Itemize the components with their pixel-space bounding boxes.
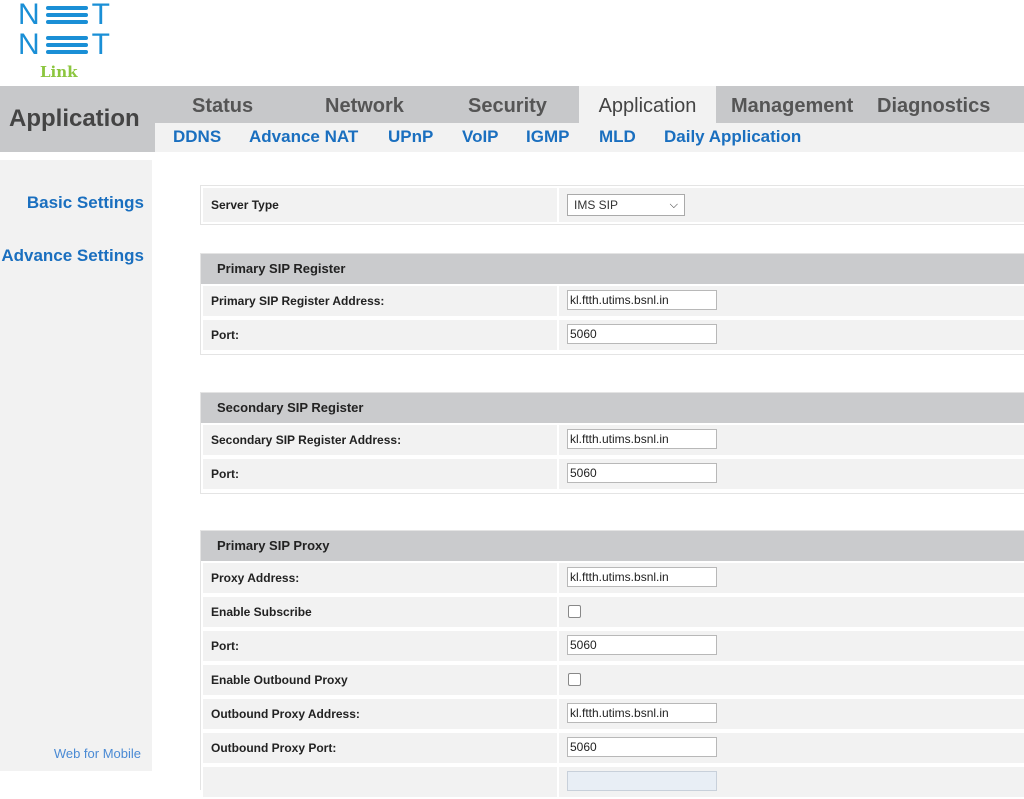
logo-sub: Link: [40, 63, 78, 81]
primary-sip-register-panel: Primary SIP Register Primary SIP Registe…: [200, 253, 1024, 355]
field-label: [203, 767, 557, 797]
next-field-input[interactable]: [567, 771, 717, 791]
primary-sip-proxy-panel: Primary SIP Proxy Proxy Address: Enable …: [200, 530, 1024, 797]
enable-subscribe-checkbox[interactable]: [568, 605, 581, 618]
subtab-voip[interactable]: VoIP: [462, 123, 499, 151]
tab-network[interactable]: Network: [325, 86, 404, 123]
proxy-port-input[interactable]: [567, 635, 717, 655]
tab-diagnostics[interactable]: Diagnostics: [877, 86, 990, 123]
main-tabs: Status Network Security Application Mana…: [155, 86, 1024, 123]
subtab-upnp[interactable]: UPnP: [388, 123, 433, 151]
primary-register-port-input[interactable]: [567, 324, 717, 344]
field-label: Proxy Address:: [203, 563, 557, 593]
section-heading: Primary SIP Proxy: [201, 531, 1024, 561]
logo-letter: N: [18, 28, 42, 61]
server-type-panel: Server Type IMS SIP ⌵: [200, 185, 1024, 225]
chevron-down-icon: ⌵: [669, 199, 678, 211]
logo-letter: N: [18, 0, 42, 31]
secondary-sip-register-panel: Secondary SIP Register Secondary SIP Reg…: [200, 392, 1024, 494]
section-title: Application: [0, 86, 155, 152]
netlink-logo: N T N T Link: [18, 0, 148, 84]
field-label: Port:: [203, 631, 557, 661]
outbound-proxy-port-input[interactable]: [567, 737, 717, 757]
secondary-register-port-input[interactable]: [567, 463, 717, 483]
enable-outbound-proxy-checkbox[interactable]: [568, 673, 581, 686]
logo-letter: T: [91, 28, 112, 61]
subtab-igmp[interactable]: IGMP: [526, 123, 569, 151]
field-label: Outbound Proxy Port:: [203, 733, 557, 763]
proxy-address-input[interactable]: [567, 567, 717, 587]
top-navigation: Application Status Network Security Appl…: [0, 86, 1024, 152]
sidebar-item-basic-settings[interactable]: Basic Settings: [27, 193, 144, 213]
tab-management[interactable]: Management: [731, 86, 853, 123]
server-type-label: Server Type: [203, 188, 557, 222]
subtab-mld[interactable]: MLD: [599, 123, 636, 151]
subtab-ddns[interactable]: DDNS: [173, 123, 221, 151]
subtab-daily-application[interactable]: Daily Application: [664, 123, 801, 151]
secondary-register-address-input[interactable]: [567, 429, 717, 449]
field-label: Outbound Proxy Address:: [203, 699, 557, 729]
field-label: Enable Subscribe: [203, 597, 557, 627]
logo-letter: T: [91, 0, 112, 31]
web-for-mobile-link[interactable]: Web for Mobile: [54, 746, 141, 761]
section-heading: Secondary SIP Register: [201, 393, 1024, 423]
primary-register-address-input[interactable]: [567, 290, 717, 310]
section-heading: Primary SIP Register: [201, 254, 1024, 284]
subtab-advance-nat[interactable]: Advance NAT: [249, 123, 358, 151]
sub-tabs: DDNS Advance NAT UPnP VoIP IGMP MLD Dail…: [155, 123, 1024, 152]
sidebar: Basic Settings Advance Settings Web for …: [0, 160, 152, 771]
tab-status[interactable]: Status: [192, 86, 253, 123]
outbound-proxy-address-input[interactable]: [567, 703, 717, 723]
field-label: Port:: [203, 459, 557, 489]
server-type-select[interactable]: IMS SIP ⌵: [567, 194, 685, 216]
tab-security[interactable]: Security: [468, 86, 547, 123]
sidebar-item-advance-settings[interactable]: Advance Settings: [1, 246, 144, 266]
field-label: Enable Outbound Proxy: [203, 665, 557, 695]
field-label: Secondary SIP Register Address:: [203, 425, 557, 455]
server-type-value: IMS SIP: [574, 198, 619, 212]
tab-application[interactable]: Application: [579, 86, 716, 123]
field-label: Primary SIP Register Address:: [203, 286, 557, 316]
field-label: Port:: [203, 320, 557, 350]
